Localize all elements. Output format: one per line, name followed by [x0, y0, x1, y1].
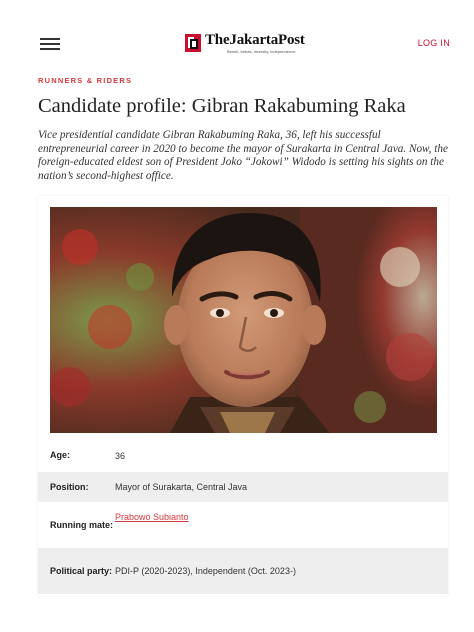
- profile-value: Mayor of Surakarta, Central Java: [115, 482, 248, 492]
- profile-row-running-mate: Running mate: Prabowo Subianto: [38, 502, 448, 548]
- running-mate-link[interactable]: Prabowo Subianto: [115, 512, 189, 522]
- candidate-photo: [50, 207, 437, 433]
- profile-label: Running mate:: [50, 519, 113, 530]
- article-category[interactable]: RUNNERS & RIDERS: [38, 76, 132, 85]
- site-logo[interactable]: TheJakartaPost Bersih, bebas, diversity,…: [185, 32, 315, 57]
- profile-value-container: Prabowo Subianto: [115, 512, 189, 522]
- profile-row-position: Position: Mayor of Surakarta, Central Ja…: [38, 472, 448, 502]
- logo-mark-icon: [185, 34, 201, 52]
- candidate-portrait-illustration: [50, 207, 437, 433]
- login-link[interactable]: LOG IN: [418, 38, 450, 48]
- site-header: TheJakartaPost Bersih, bebas, diversity,…: [0, 0, 474, 86]
- profile-label: Position:: [50, 481, 89, 492]
- profile-label: Age:: [50, 450, 70, 460]
- profile-row-party: Political party: PDI-P (2020-2023), Inde…: [38, 548, 448, 594]
- article-title: Candidate profile: Gibran Rakabuming Rak…: [38, 95, 406, 117]
- profile-card: Age: 36 Position: Mayor of Surakarta, Ce…: [38, 196, 448, 596]
- profile-row-age: Age: 36: [38, 439, 448, 472]
- article-lede: Vice presidential candidate Gibran Rakab…: [38, 129, 448, 182]
- profile-value: PDI-P (2020-2023), Independent (Oct. 202…: [115, 566, 296, 576]
- profile-value: 36: [115, 450, 126, 461]
- profile-info-table: Age: 36 Position: Mayor of Surakarta, Ce…: [38, 439, 448, 594]
- hamburger-menu-icon[interactable]: [40, 38, 60, 50]
- logo-tagline: Bersih, bebas, diversity, independence: [227, 49, 296, 54]
- profile-label: Political party:: [50, 565, 113, 576]
- logo-wordmark: TheJakartaPost: [205, 32, 305, 48]
